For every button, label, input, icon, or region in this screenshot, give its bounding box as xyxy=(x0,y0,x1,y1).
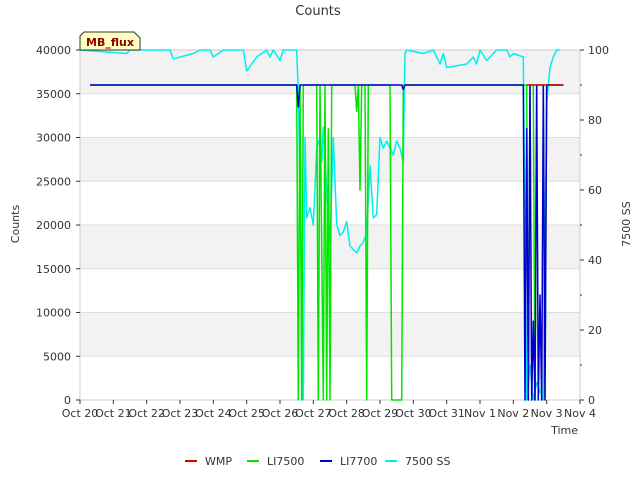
band xyxy=(80,50,580,94)
x-tick-label: Oct 30 xyxy=(395,407,432,420)
y2-tick-label: 20 xyxy=(588,324,602,337)
x-tick-label: Nov 2 xyxy=(497,407,529,420)
y2-tick-label: 40 xyxy=(588,254,602,267)
legend-label: WMP xyxy=(205,455,232,468)
x-tick-label: Oct 20 xyxy=(62,407,99,420)
y-axis-ticks: 0 5000 10000 15000 20000 25000 30000 35000 40000 xyxy=(36,44,80,407)
y-tick-label: 30000 xyxy=(36,132,71,145)
band xyxy=(80,93,580,138)
x-tick-label: Oct 29 xyxy=(362,407,399,420)
band xyxy=(80,137,580,182)
badge: MB_flux xyxy=(79,31,141,51)
legend-label: 7500 SS xyxy=(405,455,450,468)
y-tick-label: 10000 xyxy=(36,307,71,320)
x-tick-label: Oct 21 xyxy=(95,407,132,420)
x-tick-label: Oct 31 xyxy=(428,407,465,420)
y-tick-label: 15000 xyxy=(36,263,71,276)
badge-label: MB_flux xyxy=(86,36,134,49)
x-tick-label: Oct 23 xyxy=(162,407,199,420)
y2-tick-label: 100 xyxy=(588,44,609,57)
x-axis-ticks: Oct 20Oct 21Oct 22Oct 23Oct 24Oct 25Oct … xyxy=(62,400,596,420)
x-tick-label: Oct 28 xyxy=(328,407,365,420)
y2-tick-label: 60 xyxy=(588,184,602,197)
x-tick-label: Oct 25 xyxy=(228,407,265,420)
y2-tick-label: 80 xyxy=(588,114,602,127)
y-tick-label: 5000 xyxy=(43,350,71,363)
y-tick-label: 20000 xyxy=(36,219,71,232)
chart-title: Counts xyxy=(295,4,341,19)
x-tick-label: Nov 1 xyxy=(464,407,496,420)
legend-label: LI7700 xyxy=(340,455,377,468)
legend: WMP LI7500 LI7700 7500 SS xyxy=(185,455,450,468)
x-tick-label: Nov 3 xyxy=(531,407,563,420)
x-tick-label: Oct 26 xyxy=(262,407,299,420)
band xyxy=(80,181,580,225)
x-tick-label: Oct 27 xyxy=(295,407,332,420)
y-tick-label: 35000 xyxy=(36,88,71,101)
y2-tick-label: 0 xyxy=(588,394,595,407)
y2-axis-ticks: 0 20 40 60 80 100 xyxy=(580,44,609,407)
y-tick-label: 40000 xyxy=(36,44,71,57)
y-axis-label: Counts xyxy=(9,205,22,244)
y2-axis-label: 7500 SS xyxy=(620,201,633,246)
legend-label: LI7500 xyxy=(267,455,304,468)
x-tick-label: Oct 22 xyxy=(128,407,165,420)
y-tick-label: 25000 xyxy=(36,175,71,188)
x-tick-label: Nov 4 xyxy=(564,407,596,420)
y-tick-label: 0 xyxy=(64,394,71,407)
chart: Oct 20Oct 21Oct 22Oct 23Oct 24Oct 25Oct … xyxy=(9,4,633,468)
x-axis-label: Time xyxy=(550,424,578,437)
x-tick-label: Oct 24 xyxy=(195,407,232,420)
